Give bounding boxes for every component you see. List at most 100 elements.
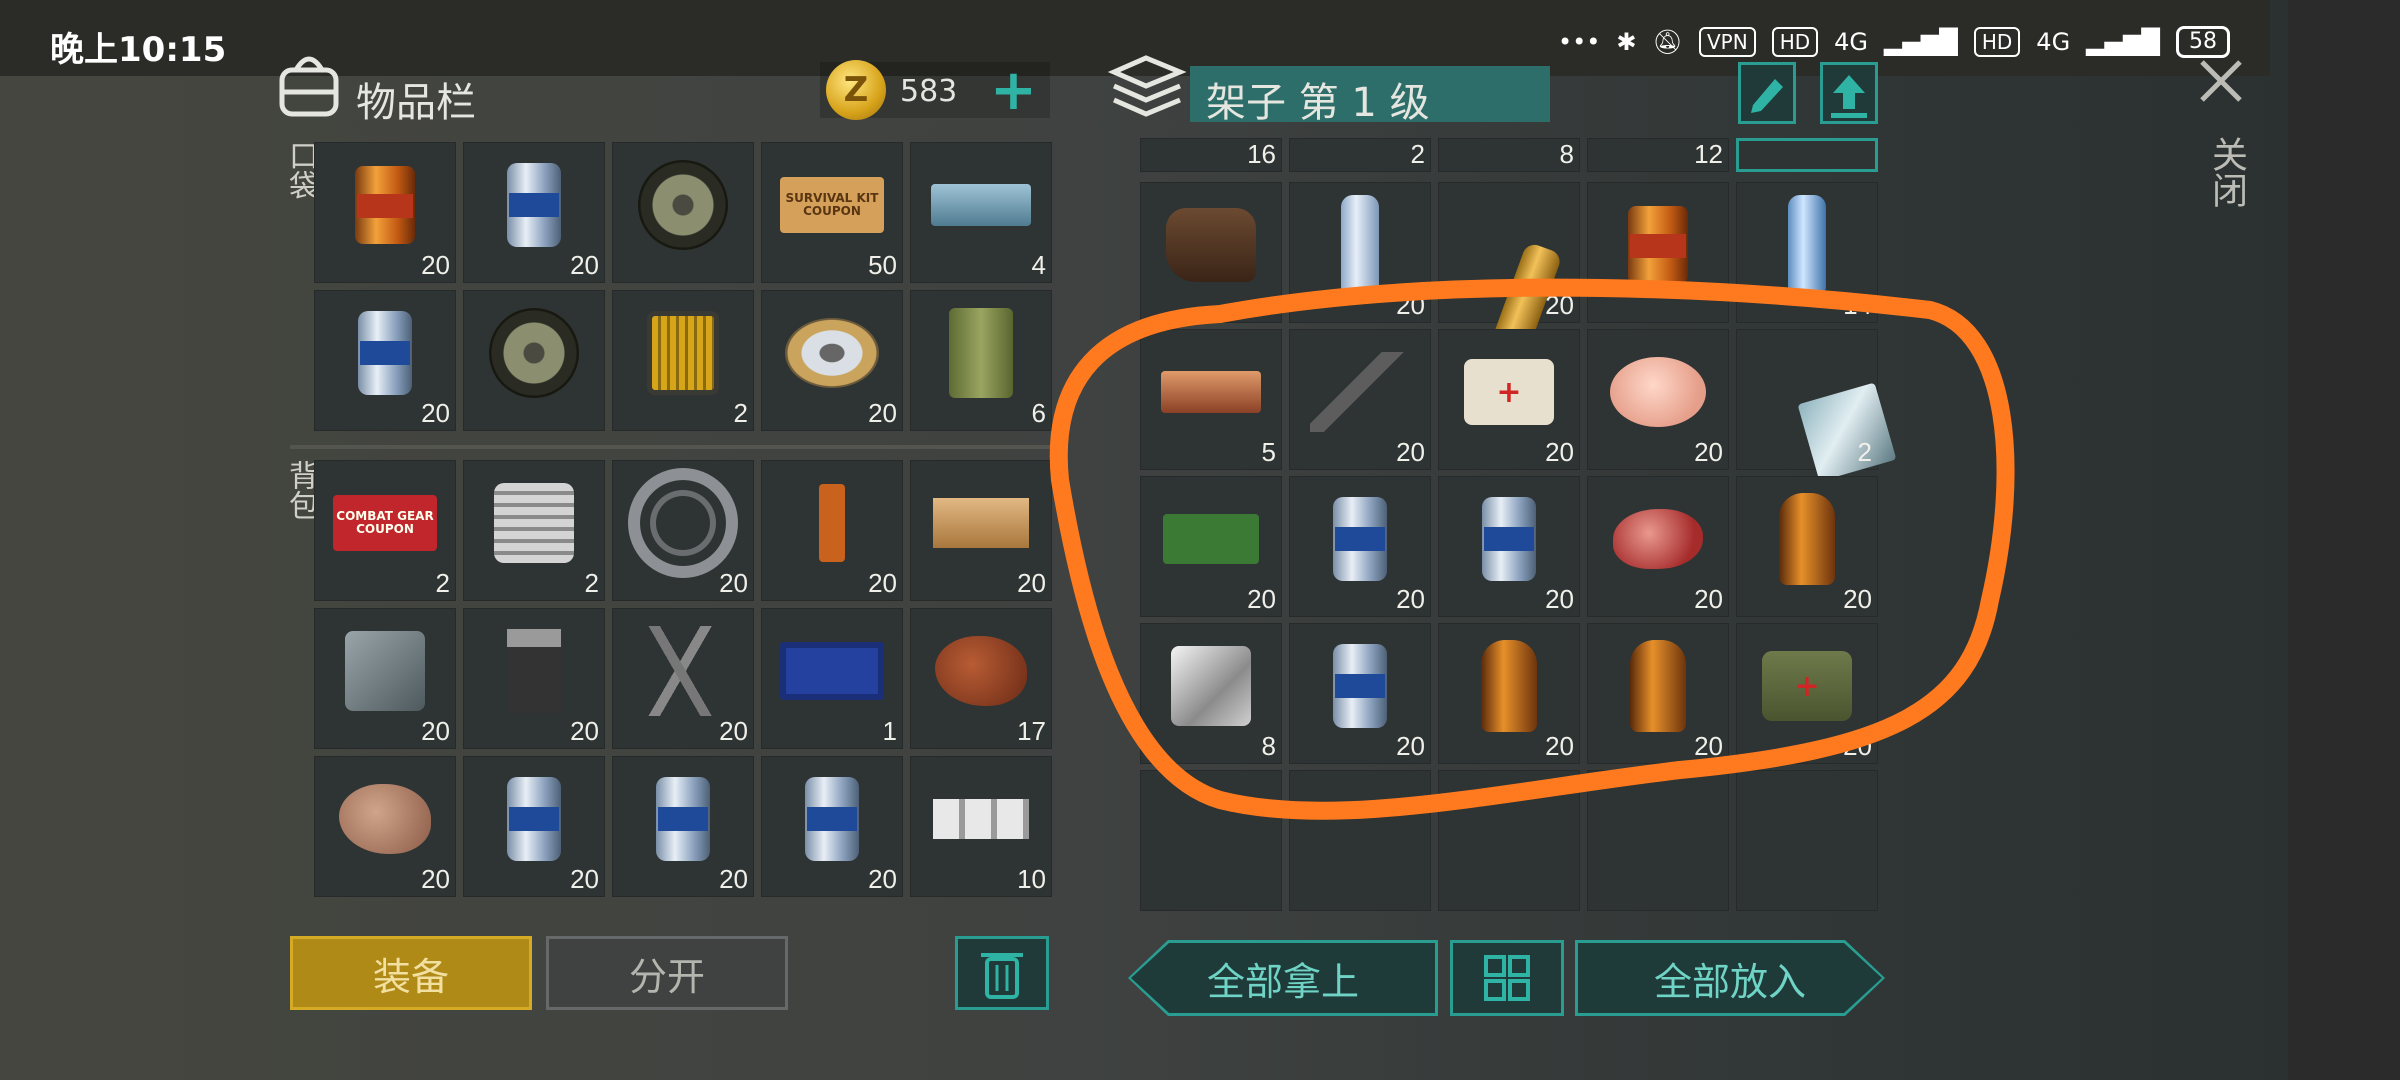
- hd-badge: HD: [1771, 27, 1819, 57]
- item-count: 2: [435, 568, 450, 598]
- inventory-slot[interactable]: 2: [463, 460, 605, 601]
- copper-ore-icon: [935, 636, 1027, 707]
- inventory-slot[interactable]: 20: [612, 460, 754, 601]
- inventory-slot[interactable]: [463, 290, 605, 431]
- item-count: 50: [868, 250, 897, 280]
- inventory-slot[interactable]: 20: [314, 290, 456, 431]
- circuit-board-icon: [780, 642, 884, 701]
- oil-filter-icon: [647, 311, 719, 396]
- add-coins-button[interactable]: +: [990, 58, 1037, 123]
- battery-indicator: 58: [2176, 26, 2230, 58]
- item-count: 20: [570, 250, 599, 280]
- wheel-icon: [489, 308, 579, 399]
- item-count: 20: [421, 716, 450, 746]
- right-edge-strip: [2288, 0, 2400, 1080]
- metal-sheet-icon: [345, 631, 425, 712]
- wheel-icon: [638, 160, 728, 251]
- inventory-slot[interactable]: 20: [314, 756, 456, 897]
- engine-cylinder-icon: [494, 483, 574, 564]
- shelf-slot-selected[interactable]: [1736, 138, 1878, 172]
- inventory-slot[interactable]: 2: [612, 290, 754, 431]
- inventory-slot[interactable]: 20: [314, 608, 456, 749]
- split-button[interactable]: 分开: [546, 936, 788, 1010]
- inventory-slot[interactable]: 20: [761, 290, 903, 431]
- inventory-slot[interactable]: SURVIVAL KIT COUPON 50: [761, 142, 903, 283]
- item-count: 20: [570, 864, 599, 894]
- item-count: 12: [1694, 139, 1723, 169]
- beer-can-icon: [358, 311, 412, 396]
- put-all-label: 全部放入: [1578, 943, 1882, 1013]
- item-count: 8: [1559, 139, 1574, 169]
- rename-button[interactable]: [1738, 62, 1796, 124]
- signal-icon-2: ▂▄▆█: [2086, 28, 2160, 56]
- status-time: 晚上10:15: [50, 30, 227, 70]
- inventory-slot[interactable]: 10: [910, 756, 1052, 897]
- beer-can-icon: [507, 777, 561, 862]
- item-count: 2: [1410, 139, 1425, 169]
- put-all-button[interactable]: 全部放入: [1575, 940, 1885, 1016]
- shelf-slot[interactable]: 16: [1140, 138, 1282, 172]
- food-can-icon: [355, 166, 415, 245]
- wood-plank-icon: [933, 498, 1029, 549]
- inventory-slot[interactable]: 1: [761, 608, 903, 749]
- inventory-slot[interactable]: 20: [910, 460, 1052, 601]
- upgrade-button[interactable]: [1820, 62, 1878, 124]
- beer-can-icon: [656, 777, 710, 862]
- nails-icon: [638, 626, 728, 717]
- inventory-slot[interactable]: 6: [910, 290, 1052, 431]
- bluetooth-icon: ✱: [1616, 28, 1637, 56]
- close-icon[interactable]: [2196, 56, 2246, 106]
- transistor-icon: [507, 629, 561, 714]
- sort-button[interactable]: [1450, 940, 1564, 1016]
- trash-button[interactable]: [955, 936, 1049, 1010]
- upload-icon: [1831, 75, 1867, 118]
- shelf-icon: [1107, 55, 1187, 117]
- close-label[interactable]: 关闭: [2200, 136, 2252, 208]
- inventory-slot[interactable]: 20: [761, 460, 903, 601]
- metal-ingot-icon: [931, 184, 1031, 227]
- inventory-title: 物品栏: [356, 80, 476, 126]
- stone-icon: [339, 784, 431, 855]
- pocket-grid: 20 20 SURVIVAL KIT COUPON 50 4 20 2 20 6: [314, 142, 1052, 431]
- item-count: 1: [882, 716, 897, 746]
- take-all-button[interactable]: 全部拿上: [1128, 940, 1438, 1016]
- inventory-slot[interactable]: 20: [761, 756, 903, 897]
- trash-icon: [981, 953, 1023, 999]
- status-icons: ••• ✱ 🔕︎ VPN HD 4G ▂▄▆█ HD 4G ▂▄▆█ 58: [1558, 26, 2230, 58]
- inventory-slot[interactable]: 20: [314, 142, 456, 283]
- annotation-circle: [1049, 278, 2015, 820]
- item-count: 20: [868, 864, 897, 894]
- shelf-slot[interactable]: 8: [1438, 138, 1580, 172]
- inventory-slot[interactable]: 20: [463, 756, 605, 897]
- coin-icon: Z: [826, 60, 886, 120]
- survival-kit-coupon-icon: SURVIVAL KIT COUPON: [780, 177, 884, 234]
- inventory-slot[interactable]: COMBAT GEAR COUPON 2: [314, 460, 456, 601]
- shelf-slot[interactable]: 12: [1587, 138, 1729, 172]
- inventory-slot[interactable]: [612, 142, 754, 283]
- inventory-slot[interactable]: 20: [463, 142, 605, 283]
- item-count: 2: [584, 568, 599, 598]
- item-count: 20: [719, 716, 748, 746]
- more-dots-icon: •••: [1557, 28, 1601, 56]
- signal-icon: ▂▄▆█: [1884, 28, 1958, 56]
- shelf-slot[interactable]: 2: [1289, 138, 1431, 172]
- inventory-slot[interactable]: 20: [612, 756, 754, 897]
- usb-stick-icon: [819, 484, 845, 563]
- shelf-partial-row: 16 2 8 12: [1140, 138, 1878, 172]
- item-count: 20: [421, 864, 450, 894]
- equip-button[interactable]: 装备: [290, 936, 532, 1010]
- item-count: 20: [719, 864, 748, 894]
- item-count: 20: [421, 398, 450, 428]
- jerry-can-icon: [949, 308, 1013, 399]
- item-count: 10: [1017, 864, 1046, 894]
- item-count: 20: [570, 716, 599, 746]
- inventory-slot[interactable]: 17: [910, 608, 1052, 749]
- inventory-slot[interactable]: 20: [463, 608, 605, 749]
- item-count: 20: [868, 398, 897, 428]
- beer-can-icon: [507, 163, 561, 248]
- item-count: 20: [868, 568, 897, 598]
- grid-sort-icon: [1484, 955, 1530, 1001]
- take-all-label: 全部拿上: [1131, 943, 1435, 1013]
- inventory-slot[interactable]: 20: [612, 608, 754, 749]
- inventory-slot[interactable]: 4: [910, 142, 1052, 283]
